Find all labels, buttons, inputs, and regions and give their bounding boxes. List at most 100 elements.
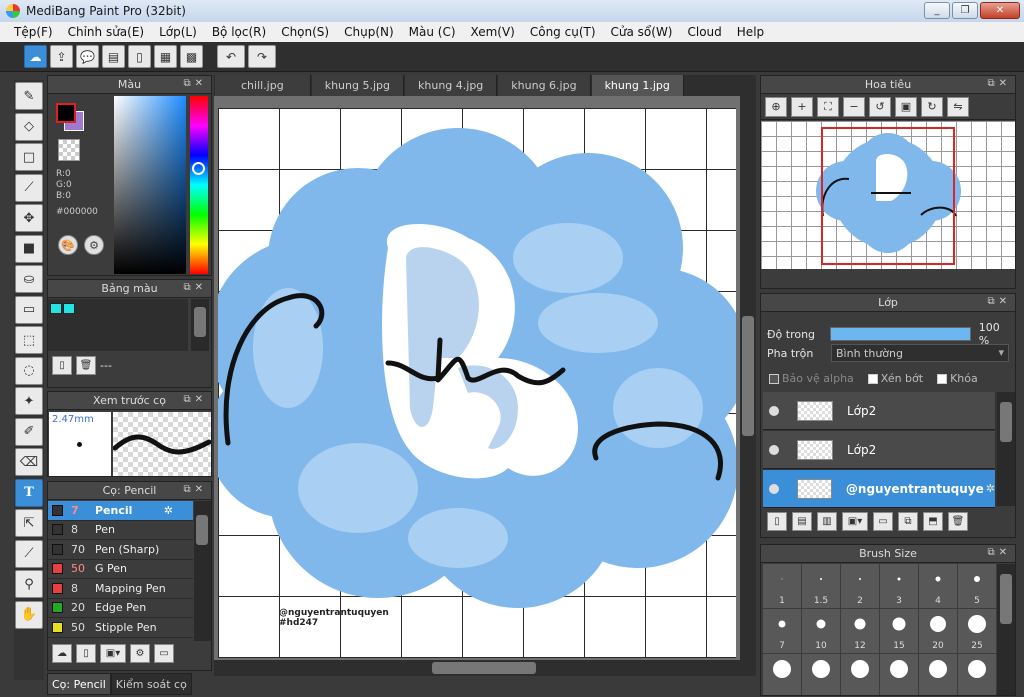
hand-tool-icon[interactable]: ✋ <box>15 600 43 629</box>
speech-bubble-icon[interactable]: 💬 <box>76 45 99 68</box>
brush-size-cell[interactable]: 4 <box>919 564 957 608</box>
navigator-preview[interactable] <box>761 121 1015 269</box>
brush-size-cell[interactable] <box>919 654 957 695</box>
actual-size-icon[interactable]: ⛶ <box>817 96 839 117</box>
canvas-horizontal-scrollbar[interactable] <box>214 660 740 676</box>
brush-size-cell[interactable]: 3 <box>880 564 918 608</box>
palette-icon[interactable]: 🎨 <box>58 235 78 255</box>
layer-row[interactable]: Lớp2 <box>763 392 995 430</box>
brush-item-stipple-pen[interactable]: 50 Stipple Pen <box>48 618 193 638</box>
brush-size-cell[interactable] <box>958 654 996 695</box>
clip-checkbox[interactable]: Xén bớt <box>867 372 923 385</box>
panel-controls-icon[interactable]: ⧉✕ <box>987 296 1011 307</box>
gradient-tool-icon[interactable]: ▭ <box>15 295 43 324</box>
panel-controls-icon[interactable]: ⧉✕ <box>183 394 207 405</box>
palette-chip[interactable] <box>50 303 62 314</box>
foreground-color-swatch-top[interactable] <box>56 103 76 123</box>
opacity-slider[interactable] <box>829 327 971 341</box>
undo-icon[interactable]: ↶ <box>217 45 245 68</box>
lasso-tool-icon[interactable]: ◌ <box>15 356 43 385</box>
maximize-button[interactable]: ❐ <box>952 2 978 19</box>
brush-size-cell[interactable]: 25 <box>958 609 996 653</box>
share-icon[interactable]: ⇪ <box>50 45 73 68</box>
dot-tool-icon[interactable]: ⟋ <box>15 173 43 202</box>
panel-layout-icon[interactable]: ▦ <box>154 45 177 68</box>
brush-item-pen-sharp[interactable]: 70 Pen (Sharp) <box>48 540 193 560</box>
brush-item-edge-pen[interactable]: 20 Edge Pen <box>48 598 193 618</box>
canvas-vertical-scrollbar[interactable] <box>740 96 756 676</box>
transparent-swatch[interactable] <box>58 139 80 161</box>
fit-window-icon[interactable]: ▣ <box>895 96 917 117</box>
new-halftone-layer-icon[interactable]: ▤ <box>792 512 812 531</box>
fill-rect-tool-icon[interactable]: ■ <box>15 234 43 263</box>
tab-brush-control[interactable]: Kiểm soát cọ <box>110 673 192 695</box>
brush-size-cell[interactable]: 15 <box>880 609 918 653</box>
add-layer-menu-icon[interactable]: ▣▾ <box>842 512 868 531</box>
new-brush-icon[interactable]: ▯ <box>76 644 96 663</box>
menu-cloud[interactable]: Cloud <box>688 25 722 39</box>
select-pen-icon[interactable]: ✐ <box>15 417 43 446</box>
new-palette-icon[interactable]: ▯ <box>52 355 72 375</box>
operation-tool-icon[interactable]: ⇱ <box>15 509 43 537</box>
menu-help[interactable]: Help <box>737 25 764 39</box>
menu-select[interactable]: Chọn(S) <box>281 25 329 39</box>
new-layer-icon[interactable]: ▯ <box>767 512 787 531</box>
brush-size-cell[interactable]: 2 <box>841 564 879 608</box>
zoom-in-icon[interactable]: + <box>791 96 813 117</box>
text-tool-icon[interactable]: T <box>15 478 43 507</box>
brush-size-cell[interactable] <box>763 654 801 695</box>
brush-cloud-icon[interactable]: ☁ <box>52 644 72 663</box>
menu-tools[interactable]: Công cụ(T) <box>530 25 596 39</box>
panel-controls-icon[interactable]: ⧉✕ <box>987 78 1011 89</box>
bucket-tool-icon[interactable]: ⛀ <box>15 265 43 293</box>
zoom-out-icon[interactable]: − <box>843 96 865 117</box>
gear-icon[interactable]: ✲ <box>986 482 995 495</box>
rotate-right-icon[interactable]: ↻ <box>921 96 943 117</box>
menu-edit[interactable]: Chỉnh sửa(E) <box>68 25 145 39</box>
eyedropper-tool-icon[interactable]: ⚲ <box>15 570 43 598</box>
layer-row-active[interactable]: @nguyentrantuquye ✲ <box>763 470 995 508</box>
brush-item-mapping-pen[interactable]: 8 Mapping Pen <box>48 579 193 599</box>
rotate-left-icon[interactable]: ↺ <box>869 96 891 117</box>
panel-controls-icon[interactable]: ⧉✕ <box>183 78 207 89</box>
new-8bit-layer-icon[interactable]: ▥ <box>817 512 837 531</box>
menu-file[interactable]: Tệp(F) <box>14 25 53 39</box>
layer-folder-icon[interactable]: ▭ <box>873 512 893 531</box>
hue-slider[interactable] <box>190 96 208 274</box>
horizontal-scroll-thumb[interactable] <box>432 662 536 674</box>
select-eraser-icon[interactable]: ⌫ <box>15 448 43 476</box>
brush-folder-icon[interactable]: ▭ <box>154 644 174 663</box>
merge-layer-icon[interactable]: ⬒ <box>923 512 943 531</box>
menu-layer[interactable]: Lớp(L) <box>159 25 197 39</box>
duplicate-layer-icon[interactable]: ⧉ <box>898 512 918 531</box>
hue-knob[interactable] <box>192 162 205 175</box>
brush-size-cell[interactable]: 7 <box>763 609 801 653</box>
menu-view[interactable]: Xem(V) <box>471 25 515 39</box>
lock-checkbox[interactable]: Khóa <box>937 372 978 385</box>
page-icon[interactable]: ▯ <box>128 45 151 68</box>
grid-panel-icon[interactable]: ▩ <box>180 45 203 68</box>
brush-size-scrollbar[interactable] <box>997 564 1015 695</box>
redo-icon[interactable]: ↷ <box>248 45 276 68</box>
eye-icon[interactable] <box>769 405 779 416</box>
palette-scrollbar[interactable] <box>191 299 209 351</box>
delete-layer-icon[interactable]: 🗑 <box>948 512 968 531</box>
minimize-button[interactable]: _ <box>924 2 950 19</box>
canvas-area[interactable]: @nguyentrantuquyen #hd247 <box>214 96 756 676</box>
palette-chip[interactable] <box>63 303 75 314</box>
brush-settings-icon[interactable]: ⚙ <box>130 644 150 663</box>
brush-size-cell[interactable]: 1 <box>763 564 801 608</box>
flip-icon[interactable]: ⇋ <box>947 96 969 117</box>
menu-snap[interactable]: Chụp(N) <box>344 25 394 39</box>
panel-controls-icon[interactable]: ⧉✕ <box>183 282 207 293</box>
gear-icon[interactable]: ✲ <box>164 504 173 517</box>
protect-alpha-checkbox[interactable]: Bảo vệ alpha <box>769 372 854 385</box>
tab-chill[interactable]: chill.jpg <box>215 75 311 96</box>
zoom-fit-icon[interactable]: ⊕ <box>765 96 787 117</box>
layer-scrollbar[interactable] <box>997 392 1015 506</box>
menu-window[interactable]: Cửa sổ(W) <box>611 25 673 39</box>
move-tool-icon[interactable]: ✥ <box>15 204 43 232</box>
brush-size-cell[interactable]: 1.5 <box>802 564 840 608</box>
panel-controls-icon[interactable]: ⧉✕ <box>987 547 1011 558</box>
layer-row[interactable]: Lớp2 <box>763 431 995 469</box>
